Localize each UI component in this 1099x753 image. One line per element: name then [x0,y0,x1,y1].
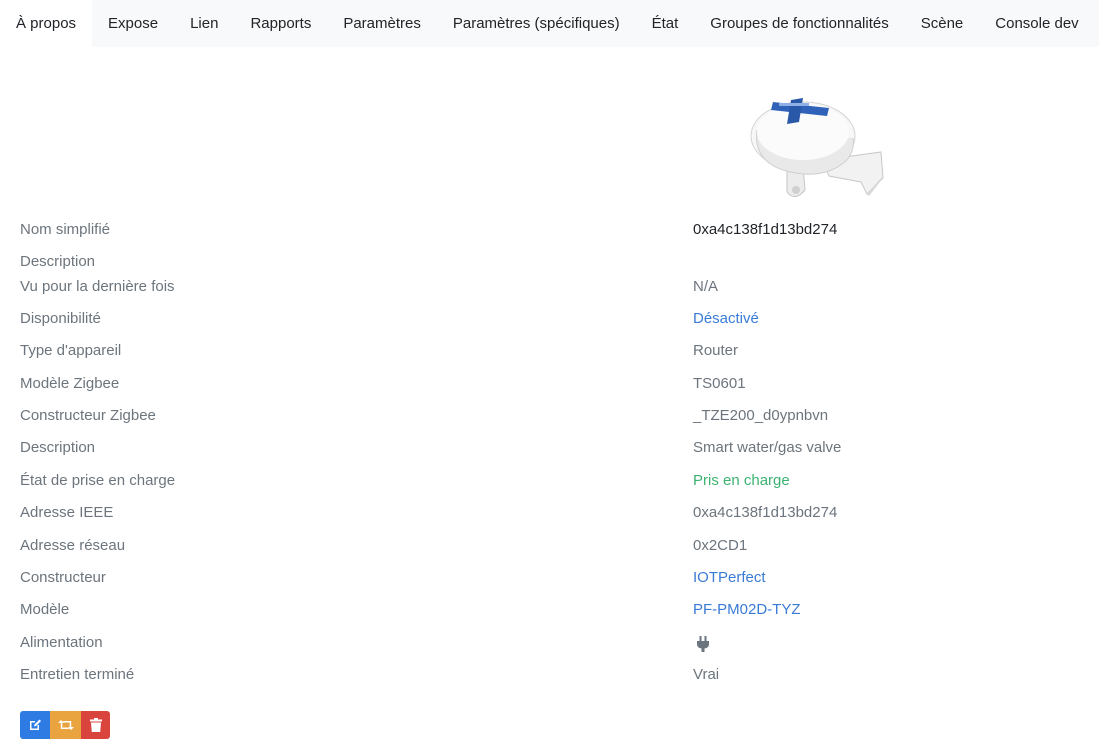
availability-label: Disponibilité [20,310,101,327]
row-last-seen: Vu pour la dernière fois N/A [0,275,1099,299]
last-seen-value: N/A [693,278,719,295]
row-friendly-name: Nom simplifié 0xa4c138f1d13bd274 [0,218,1099,242]
row-ieee-address: Adresse IEEE 0xa4c138f1d13bd274 [0,501,1099,525]
row-description: Description [0,250,1099,274]
row-interview: Entretien terminé Vrai [0,663,1099,687]
zigbee-manufacturer-value: _TZE200_d0ypnbvn [693,407,829,424]
ieee-address-value: 0xa4c138f1d13bd274 [693,504,838,521]
network-address-label: Adresse réseau [20,537,126,554]
model-label: Modèle [20,601,70,618]
network-address-value: 0x2CD1 [693,537,748,554]
interview-value: Vrai [693,666,720,683]
manufacturer-label: Constructeur [20,569,106,586]
tab-clusters[interactable]: Groupes de fonctionnalités [694,0,904,47]
zigbee-manufacturer-label: Constructeur Zigbee [20,407,156,424]
description-label: Description [20,253,96,270]
tab-bind[interactable]: Lien [174,0,234,47]
edit-button[interactable] [20,711,50,739]
tab-settings-specific[interactable]: Paramètres (spécifiques) [437,0,636,47]
row-zigbee-manufacturer: Constructeur Zigbee _TZE200_d0ypnbvn [0,404,1099,428]
support-status-label: État de prise en charge [20,472,176,489]
model-link[interactable]: PF-PM02D-TYZ [693,598,801,622]
row-availability: Disponibilité Désactivé [0,307,1099,331]
row-manufacturer: Constructeur IOTPerfect [0,566,1099,590]
edit-icon [30,719,41,730]
device-description-value: Smart water/gas valve [693,439,842,456]
row-device-type: Type d'appareil Router [0,339,1099,363]
retweet-icon [57,720,74,730]
tab-bar: À propos Expose Lien Rapports Paramètres… [0,0,1099,47]
zigbee-model-label: Modèle Zigbee [20,375,120,392]
row-device-description: Description Smart water/gas valve [0,436,1099,460]
plug-icon [697,636,709,652]
zigbee-model-value: TS0601 [693,375,746,392]
friendly-name-label: Nom simplifié [20,221,111,238]
reconfigure-button[interactable] [50,711,81,739]
row-support-status: État de prise en charge Pris en charge [0,469,1099,493]
tab-dev-console[interactable]: Console dev [979,0,1094,47]
interview-label: Entretien terminé [20,666,135,683]
device-actions [20,711,110,739]
support-status-value: Pris en charge [693,472,790,489]
row-network-address: Adresse réseau 0x2CD1 [0,534,1099,558]
row-power-source: Alimentation [0,631,1099,655]
manufacturer-link[interactable]: IOTPerfect [693,566,766,590]
last-seen-label: Vu pour la dernière fois [20,278,175,295]
device-type-value: Router [693,342,739,359]
row-zigbee-model: Modèle Zigbee TS0601 [0,372,1099,396]
device-type-label: Type d'appareil [20,342,122,359]
availability-link[interactable]: Désactivé [693,307,759,331]
tab-reporting[interactable]: Rapports [234,0,327,47]
device-image [750,98,884,197]
trash-icon [89,718,102,732]
ieee-address-label: Adresse IEEE [20,504,114,521]
tab-scene[interactable]: Scène [905,0,980,47]
power-source-label: Alimentation [20,634,103,651]
tab-about[interactable]: À propos [0,0,93,47]
tab-expose[interactable]: Expose [92,0,174,47]
tab-settings[interactable]: Paramètres [327,0,437,47]
friendly-name-value: 0xa4c138f1d13bd274 [693,221,838,238]
row-model: Modèle PF-PM02D-TYZ [0,598,1099,622]
delete-button[interactable] [81,711,110,739]
device-description-label: Description [20,439,96,456]
tab-state[interactable]: État [636,0,695,47]
